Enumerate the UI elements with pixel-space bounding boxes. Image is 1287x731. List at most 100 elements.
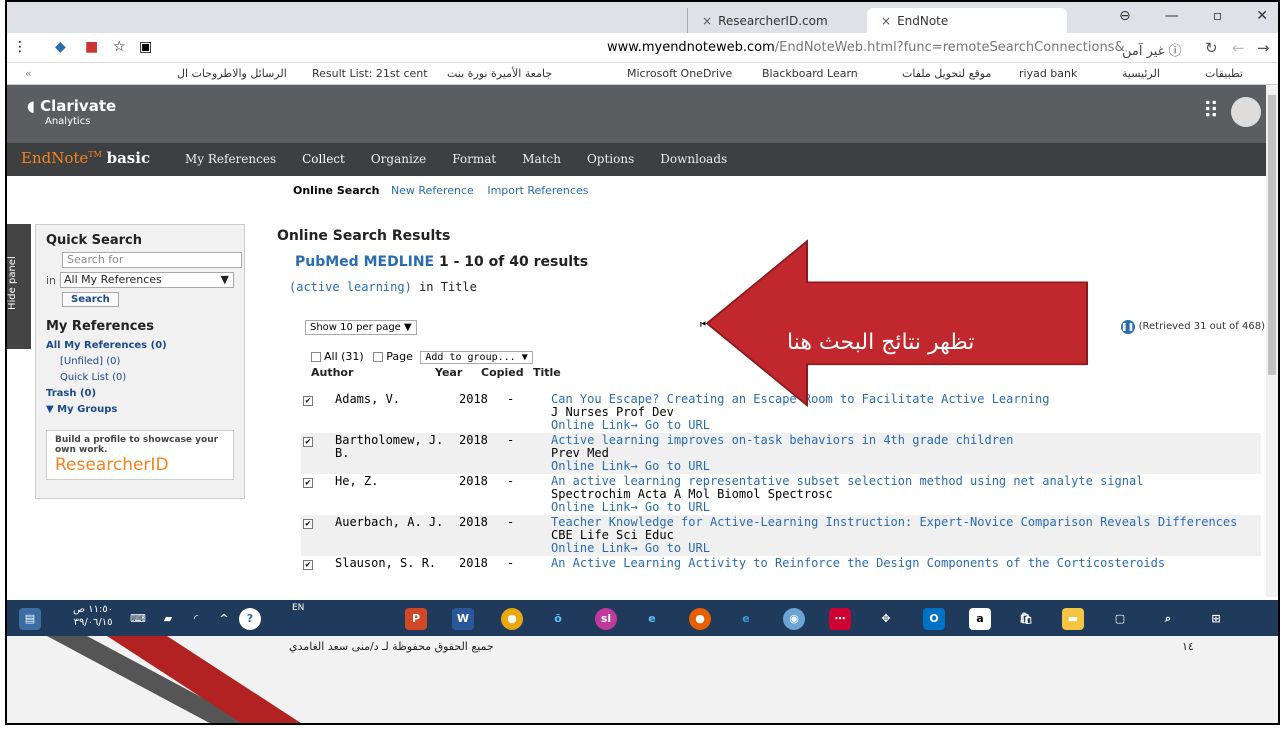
clock[interactable]: ١١:٥٠ ص ٣٩/٠٦/١٥ <box>73 603 113 629</box>
network-icon[interactable]: ▰ <box>157 608 179 630</box>
outlook-icon[interactable]: O <box>923 608 945 630</box>
tab-researcherid[interactable]: × ResearcherID.com <box>687 8 857 33</box>
nav-downloads[interactable]: Downloads <box>660 152 727 166</box>
close-icon[interactable]: × <box>702 14 712 28</box>
keyboard-icon[interactable]: ⌨ <box>127 608 149 630</box>
go-to-url-link[interactable]: Online Link→ Go to URL <box>551 501 1259 514</box>
star-icon[interactable]: ☆ <box>113 39 126 55</box>
row-checkbox[interactable]: ✔ <box>303 396 313 406</box>
url-field[interactable]: www.myendnoteweb.com/EndNoteWeb.html?fun… <box>607 40 1125 55</box>
clarivate-logo[interactable]: ◖ Clarivate Analytics <box>27 99 116 129</box>
row-checkbox[interactable]: ✔ <box>303 437 313 447</box>
subnav-import-references[interactable]: Import References <box>487 184 588 197</box>
apps-grid-icon[interactable]: ⠿ <box>1203 99 1219 124</box>
bookmark-item[interactable]: Result List: 21st cent <box>312 67 428 80</box>
row-title-link[interactable]: Active learning improves on-task behavio… <box>551 434 1259 447</box>
maximize-icon[interactable]: ▫ <box>1213 8 1223 24</box>
col-year[interactable]: Year <box>435 366 481 379</box>
bookmark-item[interactable]: Blackboard Learn <box>762 67 858 80</box>
task-view-icon[interactable]: ▢ <box>1109 608 1131 630</box>
col-author[interactable]: Author <box>311 366 435 379</box>
security-indicator[interactable]: ⓘ غير آمن <box>1122 40 1182 59</box>
word-icon[interactable]: W <box>452 608 474 630</box>
language-indicator[interactable]: EN <box>292 603 304 613</box>
wifi-icon[interactable]: ◜ <box>185 608 207 630</box>
extension-icon[interactable]: ◆ <box>55 39 66 55</box>
endnote-logo[interactable]: EndNoteTM basic <box>21 149 150 167</box>
subnav-new-reference[interactable]: New Reference <box>391 184 474 197</box>
help-icon[interactable]: ? <box>239 608 261 630</box>
add-to-group-select[interactable]: Add to group... ▼ <box>420 351 533 364</box>
avatar[interactable] <box>1231 97 1261 127</box>
row-checkbox[interactable]: ✔ <box>303 519 313 529</box>
researcherid-promo[interactable]: Build a profile to showcase your own wor… <box>46 430 234 480</box>
scrollbar-thumb[interactable] <box>1268 95 1276 375</box>
bookmark-item[interactable]: riyad bank <box>1019 67 1077 80</box>
go-to-url-link[interactable]: Online Link→ Go to URL <box>551 460 1259 473</box>
go-to-url-link[interactable]: Online Link→ Go to URL <box>551 542 1259 555</box>
nav-format[interactable]: Format <box>452 152 496 166</box>
app-icon[interactable]: ⋯ <box>829 608 851 630</box>
row-title-link[interactable]: An Active Learning Activity to Reinforce… <box>551 557 1259 570</box>
select-all-checkbox[interactable] <box>311 352 321 362</box>
chrome-icon[interactable]: ● <box>501 608 523 630</box>
link-quick-list[interactable]: Quick List (0) <box>46 370 234 386</box>
close-window-icon[interactable]: ✕ <box>1256 8 1268 24</box>
more-bookmarks-icon[interactable]: « <box>25 67 32 80</box>
dropbox-icon[interactable]: ✥ <box>875 608 897 630</box>
nav-collect[interactable]: Collect <box>302 152 345 166</box>
link-unfiled[interactable]: [Unfiled] (0) <box>46 354 234 370</box>
search-button[interactable]: Search <box>62 292 119 307</box>
go-to-url-link[interactable]: Online Link→ Go to URL <box>551 419 1259 432</box>
nav-options[interactable]: Options <box>587 152 634 166</box>
link-trash[interactable]: Trash (0) <box>46 386 234 402</box>
firefox-icon[interactable]: ● <box>689 608 711 630</box>
nav-organize[interactable]: Organize <box>371 152 426 166</box>
row-checkbox[interactable]: ✔ <box>303 560 313 570</box>
close-icon[interactable]: × <box>881 14 891 28</box>
app-icon[interactable]: ◉ <box>783 608 805 630</box>
chevron-up-icon[interactable]: ^ <box>213 608 235 630</box>
back-icon[interactable]: → <box>1257 39 1270 57</box>
bookmark-item[interactable]: جامعة الأميرة نورة بنت <box>447 67 552 80</box>
link-my-groups[interactable]: ▼ My Groups <box>46 402 234 418</box>
app-icon[interactable]: sl <box>595 608 617 630</box>
powerpoint-icon[interactable]: P <box>405 608 427 630</box>
row-checkbox[interactable]: ✔ <box>303 478 313 488</box>
profile-icon[interactable]: ⊖ <box>1119 8 1131 24</box>
notification-icon[interactable]: ▤ <box>19 608 41 630</box>
bookmark-item[interactable]: الرئيسية <box>1122 67 1160 80</box>
nav-match[interactable]: Match <box>522 152 561 166</box>
menu-icon[interactable]: ⋮ <box>13 39 27 55</box>
bookmark-item[interactable]: Microsoft OneDrive <box>627 67 732 80</box>
col-copied[interactable]: Copied <box>481 366 533 379</box>
query-text[interactable]: (active learning) <box>289 280 412 294</box>
ie-icon[interactable]: e <box>641 608 663 630</box>
minimize-icon[interactable]: — <box>1165 8 1179 24</box>
nav-my-references[interactable]: My References <box>185 152 276 166</box>
bookmark-item[interactable]: موقع لتحويل ملفات <box>902 67 991 80</box>
translate-icon[interactable]: ▣ <box>139 39 152 55</box>
start-icon[interactable]: ⊞ <box>1205 608 1227 630</box>
edge-icon[interactable]: e <box>735 608 757 630</box>
forward-icon[interactable]: ← <box>1232 39 1245 57</box>
reload-icon[interactable]: ↻ <box>1205 39 1218 57</box>
search-scope-select[interactable]: All My References ▼ <box>60 272 234 288</box>
search-input[interactable]: Search for <box>62 252 242 268</box>
bookmark-item[interactable]: الرسائل والاطروحات ال <box>177 67 287 80</box>
link-all-references[interactable]: All My References (0) <box>46 338 234 354</box>
file-explorer-icon[interactable]: ▬ <box>1062 608 1084 630</box>
tab-endnote[interactable]: × EndNote <box>867 8 1067 33</box>
col-title[interactable]: Title <box>533 366 561 379</box>
store-icon[interactable]: 🛍 <box>1015 608 1037 630</box>
app-icon[interactable]: ō <box>547 608 569 630</box>
hide-panel-tab[interactable]: Hide panel <box>7 224 31 349</box>
bookmark-item[interactable]: تطبيقات <box>1205 67 1243 80</box>
per-page-select[interactable]: Show 10 per page ▼ <box>305 320 417 335</box>
pause-icon[interactable]: ❚❚ <box>1120 320 1135 334</box>
amazon-icon[interactable]: a <box>969 608 991 630</box>
extension-icon[interactable]: ■ <box>85 39 98 55</box>
vertical-scrollbar[interactable] <box>1266 85 1278 597</box>
search-icon[interactable]: ⌕ <box>1157 608 1179 630</box>
select-page-checkbox[interactable] <box>373 352 384 362</box>
